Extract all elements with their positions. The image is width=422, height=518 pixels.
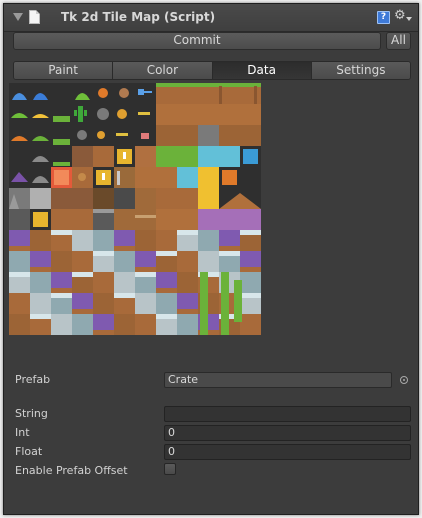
foldout-arrow-icon[interactable] [13,13,23,21]
inspector-panel: Tk 2d Tile Map (Script) ? ⚙ Commit All P… [3,3,419,515]
tile-atlas-preview[interactable] [9,83,261,335]
tab-bar: Paint Color Data Settings [13,61,411,80]
object-picker-icon[interactable] [400,376,408,384]
tab-color[interactable]: Color [113,62,213,79]
string-label: String [15,407,48,420]
tile-atlas-image[interactable] [9,83,261,335]
string-field[interactable] [164,406,411,422]
commit-button[interactable]: Commit [13,32,381,50]
all-button[interactable]: All [386,32,411,50]
float-label: Float [15,445,43,458]
float-field[interactable]: 0 [164,444,411,460]
gear-icon[interactable]: ⚙ [394,9,406,23]
tab-settings[interactable]: Settings [311,62,410,79]
int-field[interactable]: 0 [164,425,411,441]
component-header[interactable]: Tk 2d Tile Map (Script) ? ⚙ [4,4,418,32]
tab-data[interactable]: Data [212,62,312,79]
component-title: Tk 2d Tile Map (Script) [61,10,216,24]
prefab-label: Prefab [15,373,51,386]
gear-dropdown-arrow-icon[interactable] [406,17,412,21]
tab-paint[interactable]: Paint [14,62,114,79]
help-icon[interactable]: ? [377,11,390,24]
int-label: Int [15,426,30,439]
prefab-object-field[interactable]: Crate [164,372,392,388]
script-file-icon [29,10,40,24]
enable-prefab-offset-checkbox[interactable] [164,463,176,475]
enable-prefab-offset-label: Enable Prefab Offset [15,464,128,477]
